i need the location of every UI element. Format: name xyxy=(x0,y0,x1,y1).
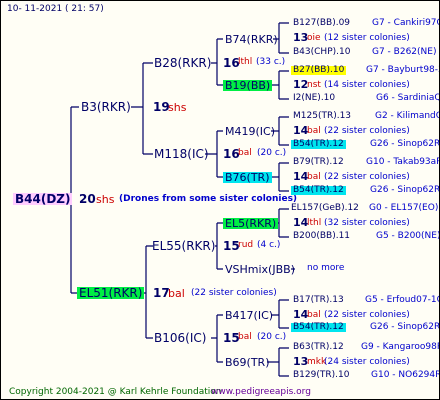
gen4-sister-note: (24 sister colonies) xyxy=(324,357,410,367)
gen3-name[interactable]: B76(TR) xyxy=(223,172,272,183)
gen2-sister-note: (20 c.) xyxy=(257,148,287,158)
gen4-reference[interactable]: G0 - EL157(EO) xyxy=(369,204,438,213)
gen4-breed: bal xyxy=(307,126,321,136)
copyright-text: Copyright 2004-2021 @ Karl Kehrle Founda… xyxy=(9,387,222,397)
no-more-ancestors-note: no more xyxy=(307,263,345,273)
gen4-reference[interactable]: G9 - Kangaroo98R xyxy=(361,343,439,352)
gen4-name[interactable]: B79(TR).12 xyxy=(293,158,344,167)
gen4-reference[interactable]: G6 - SardiniaQ xyxy=(376,94,439,103)
gen4-name[interactable]: B54(TR).12 xyxy=(291,323,346,332)
gen4-reference[interactable]: G2 - KilimandQ xyxy=(375,112,439,121)
gen4-sister-note: (32 sister colonies) xyxy=(324,218,410,228)
print-date: 10- 11-2021 ( 21: 57) xyxy=(7,4,104,14)
gen4-reference[interactable]: G10 - Takab93aR xyxy=(366,158,439,167)
gen4-reference[interactable]: G7 - Cankiri97Q xyxy=(372,19,439,28)
gen3-name[interactable]: B19(BB) xyxy=(223,80,273,91)
gen4-breed: bal xyxy=(307,172,321,182)
gen4-name[interactable]: I2(NE).10 xyxy=(293,94,335,103)
gen1-name[interactable]: EL51(RKR) xyxy=(77,287,145,299)
gen4-name[interactable]: B63(TR).12 xyxy=(293,343,344,352)
gen4-sister-note: (22 sister colonies) xyxy=(324,172,410,182)
gen4-name[interactable]: B17(TR).13 xyxy=(293,296,344,305)
gen4-reference[interactable]: G26 - Sinop62R xyxy=(370,186,439,195)
gen4-name[interactable]: B129(TR).10 xyxy=(293,371,349,380)
gen2-sister-note: (4 c.) xyxy=(257,240,281,250)
gen4-name[interactable]: B54(TR).12 xyxy=(291,140,346,149)
gen2-breed: bal xyxy=(238,148,252,158)
gen2-name[interactable]: EL55(RKR) xyxy=(152,240,215,252)
root-queen-name[interactable]: B44(DZ) xyxy=(13,193,73,205)
gen3-name[interactable]: B74(RKR) xyxy=(225,34,278,45)
gen4-reference[interactable]: G5 - B200(NE) xyxy=(376,232,439,241)
gen3-name[interactable]: VSHmix(JBB) xyxy=(225,264,295,275)
gen4-name[interactable]: EL157(GeB).12 xyxy=(291,204,359,213)
gen4-name[interactable]: B127(BB).09 xyxy=(293,19,350,28)
gen4-sister-note: (22 sister colonies) xyxy=(324,126,410,136)
root-generation: 20 xyxy=(79,192,96,206)
gen3-name[interactable]: B417(IC) xyxy=(225,310,273,321)
gen2-name[interactable]: B28(RKR) xyxy=(154,57,211,69)
gen1-breed: shs xyxy=(168,101,187,114)
gen4-breed: lthl xyxy=(307,218,322,228)
gen4-reference[interactable]: G26 - Sinop62R xyxy=(370,323,439,332)
gen4-sister-note: (22 sister colonies) xyxy=(324,310,410,320)
gen2-name[interactable]: B106(IC) xyxy=(154,332,206,344)
website-link[interactable]: www.pedigreeapis.org xyxy=(211,388,311,397)
gen3-name[interactable]: EL5(RKR) xyxy=(223,218,279,229)
gen4-sister-note: (12 sister colonies) xyxy=(324,33,410,43)
gen4-reference[interactable]: G26 - Sinop62R xyxy=(370,140,439,149)
gen4-reference[interactable]: G7 - Bayburt98-3 xyxy=(366,66,439,75)
gen2-breed: bal xyxy=(238,332,252,342)
gen3-name[interactable]: B69(TR) xyxy=(225,357,270,368)
gen4-breed: bal xyxy=(307,310,321,320)
gen4-reference[interactable]: G10 - NO6294R xyxy=(371,371,439,380)
gen1-breed: bal xyxy=(168,287,185,300)
gen1-name[interactable]: B3(RKR) xyxy=(81,101,131,113)
gen1-sister-note: (22 sister colonies) xyxy=(191,288,277,298)
root-breed: shs xyxy=(96,193,115,206)
pedigree-chart: 10- 11-2021 ( 21: 57) Copyright 2004-202… xyxy=(0,0,440,400)
gen4-name[interactable]: M125(TR).13 xyxy=(293,112,351,121)
gen4-breed: oie xyxy=(307,33,321,43)
gen2-sister-note: (33 c.) xyxy=(256,57,286,67)
gen4-name[interactable]: B27(BB).10 xyxy=(291,66,347,75)
gen3-name[interactable]: M419(IC) xyxy=(225,126,275,137)
gen2-breed: rud xyxy=(238,240,254,250)
gen2-sister-note: (20 c.) xyxy=(257,332,287,342)
gen2-name[interactable]: M118(IC) xyxy=(154,148,209,160)
gen4-reference[interactable]: G7 - B262(NE) xyxy=(372,48,436,57)
gen4-sister-note: (14 sister colonies) xyxy=(324,80,410,90)
gen4-name[interactable]: B43(CHP).10 xyxy=(293,48,350,57)
gen4-reference[interactable]: G5 - Erfoud07-1Q xyxy=(365,296,439,305)
root-drone-note: (Drones from some sister colonies) xyxy=(119,194,298,204)
gen4-breed: nst xyxy=(307,80,321,90)
gen4-name[interactable]: B200(BB).11 xyxy=(293,232,350,241)
gen4-name[interactable]: B54(TR).12 xyxy=(291,186,346,195)
gen2-breed: lthl xyxy=(238,57,253,67)
